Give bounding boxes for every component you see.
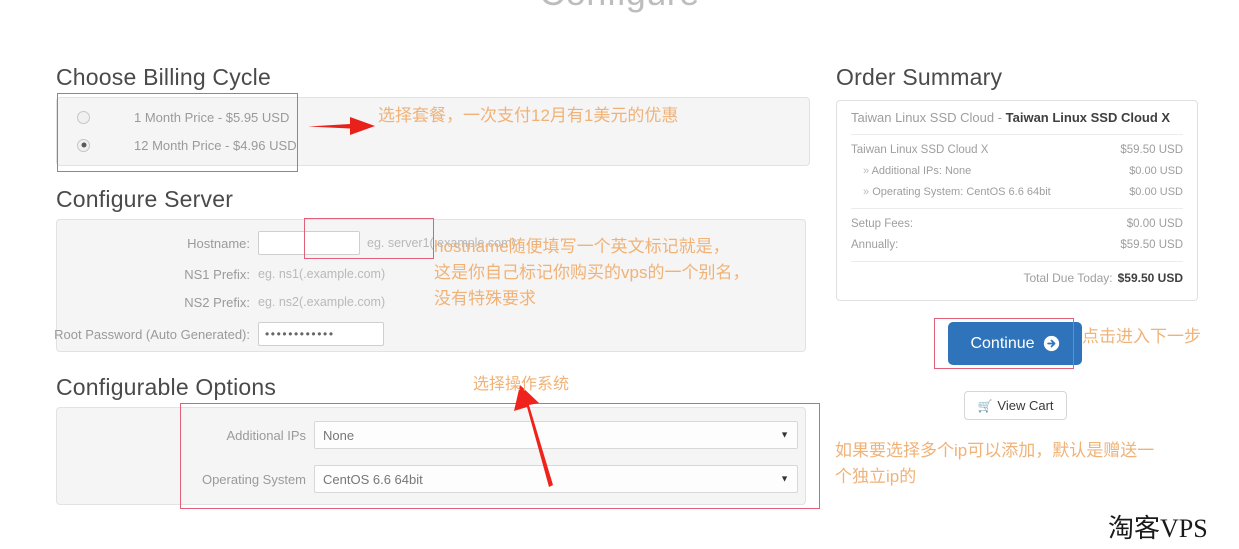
configure-server-heading: Configure Server — [56, 186, 233, 213]
operating-system-row: Operating System CentOS 6.6 64bit ▼ — [0, 465, 798, 493]
annotation-text-billing: 选择套餐，一次支付12月有1美元的优惠 — [378, 103, 678, 128]
view-cart-button[interactable]: 🛒 View Cart — [964, 391, 1067, 420]
chevron-down-icon: ▼ — [780, 431, 789, 440]
billing-cycle-radio-group[interactable]: 1 Month Price - $5.95 USD 12 Month Price… — [65, 103, 345, 159]
annotation-text-operating-system: 选择操作系统 — [473, 372, 569, 397]
radio-icon-1-month[interactable] — [77, 111, 90, 124]
ns2-prefix-hint[interactable]: eg. ns2(.example.com) — [258, 295, 385, 309]
annotation-text-additional-ips: 如果要选择多个ip可以添加，默认是赠送一 个独立ip的 — [835, 438, 1154, 490]
continue-button[interactable]: Continue — [948, 322, 1082, 365]
root-password-input[interactable] — [258, 322, 384, 346]
shopping-cart-icon: 🛒 — [977, 400, 992, 412]
summary-line-product-name: Taiwan Linux SSD Cloud X — [851, 144, 988, 156]
root-password-label: Root Password (Auto Generated): — [0, 327, 258, 342]
hostname-input[interactable] — [258, 231, 360, 255]
billing-option-1-month[interactable]: 1 Month Price - $5.95 USD — [65, 103, 345, 131]
ns1-prefix-row: NS1 Prefix: eg. ns1(.example.com) — [0, 262, 385, 286]
additional-ips-select[interactable]: None ▼ — [314, 421, 798, 449]
summary-line-product-price: $59.50 USD — [1120, 144, 1183, 156]
summary-setup-fees: Setup Fees: $0.00 USD — [851, 209, 1183, 230]
order-summary-box: Taiwan Linux SSD Cloud - Taiwan Linux SS… — [836, 100, 1198, 301]
radio-icon-12-month[interactable] — [77, 139, 90, 152]
summary-line-additional-ips-name: Additional IPs: None — [863, 165, 971, 177]
page-title: Configure — [0, 0, 1239, 14]
summary-annually-label: Annually: — [851, 239, 898, 251]
summary-line-operating-system-price: $0.00 USD — [1129, 186, 1183, 198]
additional-ips-value: None — [323, 428, 354, 443]
order-summary-product-prefix: Taiwan Linux SSD Cloud - — [851, 110, 1006, 125]
operating-system-select[interactable]: CentOS 6.6 64bit ▼ — [314, 465, 798, 493]
billing-cycle-heading: Choose Billing Cycle — [56, 64, 271, 91]
order-summary-product-title: Taiwan Linux SSD Cloud - Taiwan Linux SS… — [851, 110, 1183, 135]
summary-total-row: Total Due Today: $59.50 USD — [851, 262, 1183, 285]
summary-setup-fees-price: $0.00 USD — [1127, 218, 1183, 230]
summary-line-operating-system: Operating System: CentOS 6.6 64bit $0.00… — [851, 177, 1183, 198]
ns2-prefix-label: NS2 Prefix: — [0, 295, 258, 310]
summary-line-additional-ips: Additional IPs: None $0.00 USD — [851, 156, 1183, 177]
additional-ips-label: Additional IPs — [0, 428, 314, 443]
summary-line-product: Taiwan Linux SSD Cloud X $59.50 USD — [851, 135, 1183, 156]
billing-option-1-month-label: 1 Month Price - $5.95 USD — [134, 110, 289, 125]
summary-annually: Annually: $59.50 USD — [851, 230, 1183, 251]
additional-ips-row: Additional IPs None ▼ — [0, 421, 798, 449]
chevron-down-icon: ▼ — [780, 475, 789, 484]
summary-total-label: Total Due Today: — [1023, 271, 1112, 285]
ns2-prefix-row: NS2 Prefix: eg. ns2(.example.com) — [0, 290, 385, 314]
view-cart-label: View Cart — [997, 398, 1053, 413]
ns1-prefix-label: NS1 Prefix: — [0, 267, 258, 282]
summary-setup-fees-label: Setup Fees: — [851, 218, 913, 230]
continue-button-label: Continue — [970, 335, 1034, 353]
configure-page: Configure Choose Billing Cycle 1 Month P… — [0, 0, 1239, 549]
operating-system-label: Operating System — [0, 472, 314, 487]
summary-annually-price: $59.50 USD — [1120, 239, 1183, 251]
operating-system-value: CentOS 6.6 64bit — [323, 472, 423, 487]
order-summary-product-name: Taiwan Linux SSD Cloud X — [1006, 110, 1170, 125]
arrow-right-circle-icon — [1043, 335, 1060, 352]
summary-total-value: $59.50 USD — [1118, 271, 1183, 285]
hostname-label: Hostname: — [0, 236, 258, 251]
summary-line-operating-system-name: Operating System: CentOS 6.6 64bit — [863, 186, 1051, 198]
billing-option-12-month-label: 12 Month Price - $4.96 USD — [134, 138, 297, 153]
billing-option-12-month[interactable]: 12 Month Price - $4.96 USD — [65, 131, 345, 159]
annotation-text-continue: 点击进入下一步 — [1082, 324, 1201, 349]
summary-line-additional-ips-price: $0.00 USD — [1129, 165, 1183, 177]
root-password-row: Root Password (Auto Generated): — [0, 322, 384, 346]
annotation-text-hostname: hostname随便填写一个英文标记就是， 这是你自己标记你购买的vps的一个别… — [434, 234, 749, 312]
ns1-prefix-hint[interactable]: eg. ns1(.example.com) — [258, 267, 385, 281]
watermark: 淘客VPS — [1108, 508, 1208, 545]
configurable-options-heading: Configurable Options — [56, 374, 276, 401]
order-summary-heading: Order Summary — [836, 64, 1002, 91]
